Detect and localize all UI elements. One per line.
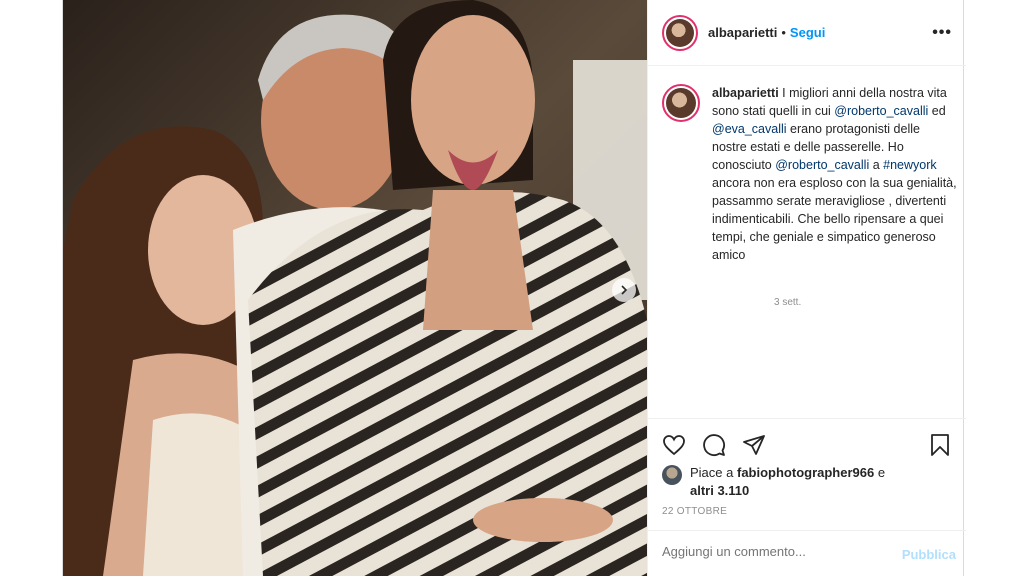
post-date[interactable]: 22 OTTOBRE: [662, 506, 727, 517]
post-header: albaparietti • Segui •••: [648, 0, 966, 66]
like-button[interactable]: [662, 433, 686, 457]
comment-icon: [703, 434, 725, 456]
caption-segment: ancora non era esploso con la sua genial…: [712, 176, 957, 262]
caption-segment: a: [869, 158, 884, 172]
mention-link[interactable]: @roberto_cavalli: [775, 158, 869, 172]
save-button[interactable]: [928, 433, 952, 457]
post-side-panel: albaparietti • Segui ••• albaparietti I …: [647, 0, 966, 576]
heart-icon: [663, 435, 685, 456]
caption-username[interactable]: albaparietti: [712, 86, 779, 100]
comment-button[interactable]: [702, 433, 726, 457]
caption-avatar[interactable]: [662, 84, 700, 122]
liker-avatar[interactable]: [662, 465, 682, 485]
liker-username[interactable]: fabiophotographer966: [737, 465, 874, 480]
share-button[interactable]: [742, 433, 766, 457]
publish-button[interactable]: Pubblica: [902, 547, 956, 562]
follow-button[interactable]: Segui: [790, 25, 825, 40]
mention-link[interactable]: @roberto_cavalli: [834, 104, 928, 118]
bookmark-icon: [931, 434, 949, 456]
more-options-icon[interactable]: •••: [932, 24, 952, 42]
post-photo[interactable]: [63, 0, 647, 576]
caption-text: albaparietti I migliori anni della nostr…: [712, 84, 958, 264]
instagram-post: albaparietti • Segui ••• albaparietti I …: [62, 0, 966, 576]
header-username[interactable]: albaparietti: [708, 25, 777, 40]
likes-mid: e: [874, 465, 886, 480]
paper-plane-icon: [743, 435, 765, 455]
post-caption: albaparietti I migliori anni della nostr…: [662, 84, 958, 264]
chevron-right-icon: [621, 285, 628, 295]
caption-segment: ed: [928, 104, 946, 118]
likes-summary: Piace a fabiophotographer966 e altri 3.11…: [662, 464, 950, 500]
comment-input[interactable]: [662, 544, 882, 559]
carousel-next-button[interactable]: [612, 278, 636, 302]
profile-avatar[interactable]: [662, 14, 698, 51]
likes-prefix: Piace a: [690, 465, 737, 480]
comment-bar: Pubblica: [648, 530, 966, 576]
hashtag-link[interactable]: #newyork: [883, 158, 937, 172]
caption-time[interactable]: 3 sett.: [774, 297, 801, 308]
mention-link[interactable]: @eva_cavalli: [712, 122, 787, 136]
header-separator: •: [781, 25, 786, 40]
likes-others-link[interactable]: altri 3.110: [690, 483, 749, 498]
photo-illustration: [63, 0, 647, 576]
action-bar: [648, 418, 966, 468]
likes-text: Piace a fabiophotographer966 e altri 3.11…: [690, 464, 950, 500]
